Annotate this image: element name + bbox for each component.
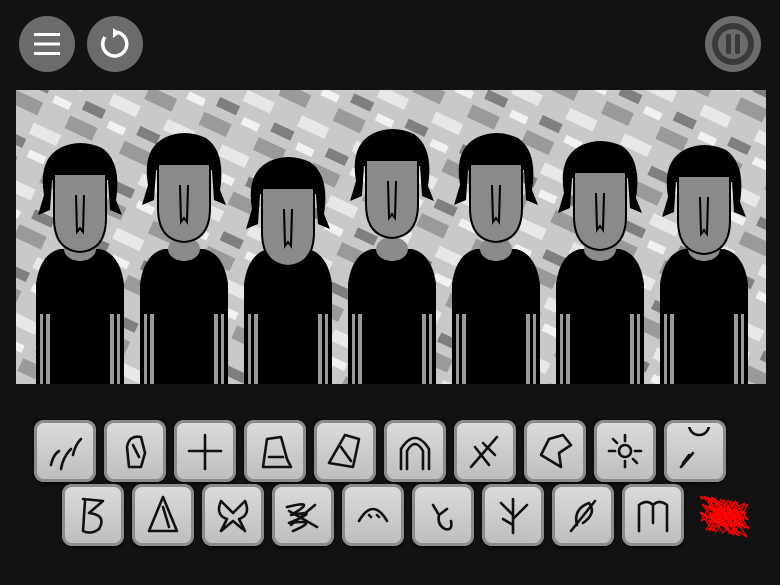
- sound-tile-feather[interactable]: [552, 484, 614, 546]
- m-glyph-icon: [637, 500, 669, 533]
- red-noise-icon: [699, 495, 750, 538]
- sound-icons-row-1: [34, 420, 726, 482]
- lamp-icon: [679, 427, 711, 469]
- scribble-icon: [285, 503, 319, 533]
- scratch-marks-icon: [49, 437, 83, 471]
- character-5[interactable]: [446, 130, 546, 384]
- sound-tile-m-glyph[interactable]: [622, 484, 684, 546]
- branch-icon: [499, 497, 529, 535]
- triangle-icon: [147, 495, 179, 533]
- reset-button[interactable]: [87, 16, 143, 72]
- arch-icon: [399, 436, 431, 471]
- b-glyph-icon: [81, 497, 105, 534]
- sound-tile-b-glyph[interactable]: [62, 484, 124, 546]
- sprout-icon: [431, 503, 453, 531]
- pause-button[interactable]: [705, 16, 761, 72]
- sound-tile-slash[interactable]: [454, 420, 516, 482]
- sound-tile-shard[interactable]: [314, 420, 376, 482]
- sound-tile-stamp[interactable]: [244, 420, 306, 482]
- sound-tile-burst[interactable]: [594, 420, 656, 482]
- sound-tile-arch[interactable]: [384, 420, 446, 482]
- boot-icon: [125, 435, 147, 469]
- sound-tile-bird[interactable]: [524, 420, 586, 482]
- character-4[interactable]: [342, 126, 442, 384]
- slash-icon: [469, 435, 499, 469]
- character-2[interactable]: [134, 130, 234, 384]
- butterfly-icon: [217, 499, 249, 533]
- character-1[interactable]: [30, 140, 130, 384]
- sound-tile-cross[interactable]: [174, 420, 236, 482]
- smile-arc-icon: [357, 507, 389, 523]
- burst-icon: [607, 433, 643, 469]
- character-6[interactable]: [550, 138, 650, 384]
- sound-icons-row-2: [62, 484, 756, 548]
- sound-tile-red-noise[interactable]: [692, 484, 756, 548]
- stamp-icon: [261, 435, 293, 469]
- pause-icon: [712, 23, 754, 65]
- sound-tile-scratch-marks[interactable]: [34, 420, 96, 482]
- character-3[interactable]: [238, 154, 338, 384]
- sound-tile-lamp[interactable]: [664, 420, 726, 482]
- reset-icon: [101, 28, 129, 58]
- feather-icon: [569, 499, 597, 533]
- sound-tile-triangle[interactable]: [132, 484, 194, 546]
- sound-tile-branch[interactable]: [482, 484, 544, 546]
- menu-icon: [34, 33, 60, 55]
- menu-button[interactable]: [19, 16, 75, 72]
- character-7[interactable]: [654, 142, 754, 384]
- stage: [16, 90, 766, 384]
- cross-icon: [187, 433, 223, 471]
- sound-tile-smile-arc[interactable]: [342, 484, 404, 546]
- sound-tile-butterfly[interactable]: [202, 484, 264, 546]
- sound-tile-sprout[interactable]: [412, 484, 474, 546]
- bird-icon: [539, 433, 573, 469]
- shard-icon: [327, 433, 361, 469]
- sound-tile-scribble[interactable]: [272, 484, 334, 546]
- sound-tile-boot[interactable]: [104, 420, 166, 482]
